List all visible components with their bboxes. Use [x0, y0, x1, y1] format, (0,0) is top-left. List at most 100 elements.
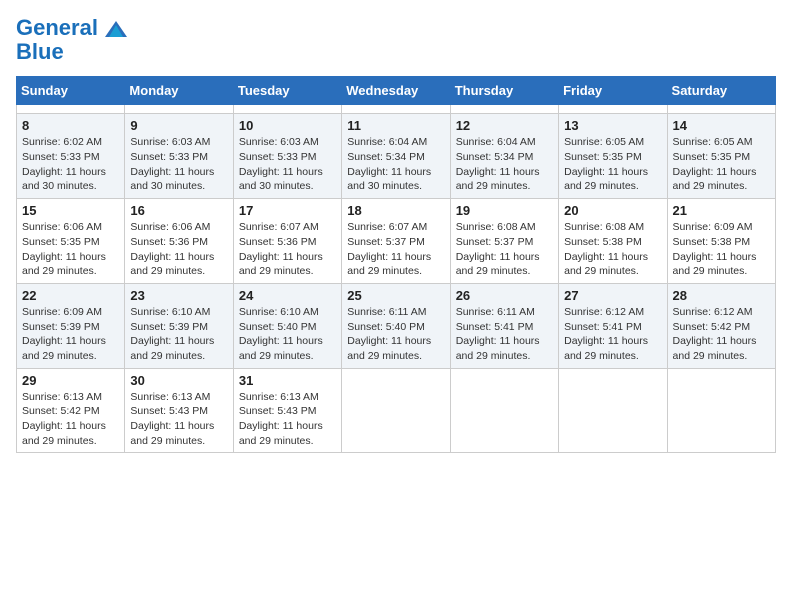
- day-info: Sunrise: 6:11 AMSunset: 5:40 PMDaylight:…: [347, 306, 431, 362]
- day-number: 29: [22, 373, 119, 388]
- day-info: Sunrise: 6:13 AMSunset: 5:43 PMDaylight:…: [239, 391, 323, 447]
- day-cell-18: 18 Sunrise: 6:07 AMSunset: 5:37 PMDaylig…: [342, 199, 450, 284]
- day-info: Sunrise: 6:03 AMSunset: 5:33 PMDaylight:…: [130, 136, 214, 192]
- day-cell-8: 8 Sunrise: 6:02 AMSunset: 5:33 PMDayligh…: [17, 114, 125, 199]
- empty-cell: [342, 368, 450, 453]
- day-number: 8: [22, 118, 119, 133]
- weekday-saturday: Saturday: [667, 77, 775, 105]
- day-cell-17: 17 Sunrise: 6:07 AMSunset: 5:36 PMDaylig…: [233, 199, 341, 284]
- weekday-thursday: Thursday: [450, 77, 558, 105]
- day-number: 13: [564, 118, 661, 133]
- day-cell-21: 21 Sunrise: 6:09 AMSunset: 5:38 PMDaylig…: [667, 199, 775, 284]
- weekday-sunday: Sunday: [17, 77, 125, 105]
- day-cell-28: 28 Sunrise: 6:12 AMSunset: 5:42 PMDaylig…: [667, 283, 775, 368]
- weekday-header-row: SundayMondayTuesdayWednesdayThursdayFrid…: [17, 77, 776, 105]
- day-number: 25: [347, 288, 444, 303]
- day-info: Sunrise: 6:11 AMSunset: 5:41 PMDaylight:…: [456, 306, 540, 362]
- day-cell-10: 10 Sunrise: 6:03 AMSunset: 5:33 PMDaylig…: [233, 114, 341, 199]
- empty-cell: [450, 368, 558, 453]
- day-number: 16: [130, 203, 227, 218]
- day-cell-31: 31 Sunrise: 6:13 AMSunset: 5:43 PMDaylig…: [233, 368, 341, 453]
- calendar-table: SundayMondayTuesdayWednesdayThursdayFrid…: [16, 76, 776, 453]
- day-info: Sunrise: 6:03 AMSunset: 5:33 PMDaylight:…: [239, 136, 323, 192]
- day-info: Sunrise: 6:04 AMSunset: 5:34 PMDaylight:…: [347, 136, 431, 192]
- empty-cell: [17, 105, 125, 114]
- day-cell-27: 27 Sunrise: 6:12 AMSunset: 5:41 PMDaylig…: [559, 283, 667, 368]
- logo-icon: [105, 21, 127, 37]
- day-number: 19: [456, 203, 553, 218]
- day-info: Sunrise: 6:05 AMSunset: 5:35 PMDaylight:…: [564, 136, 648, 192]
- day-cell-29: 29 Sunrise: 6:13 AMSunset: 5:42 PMDaylig…: [17, 368, 125, 453]
- day-number: 23: [130, 288, 227, 303]
- day-cell-11: 11 Sunrise: 6:04 AMSunset: 5:34 PMDaylig…: [342, 114, 450, 199]
- day-cell-16: 16 Sunrise: 6:06 AMSunset: 5:36 PMDaylig…: [125, 199, 233, 284]
- day-info: Sunrise: 6:09 AMSunset: 5:38 PMDaylight:…: [673, 221, 757, 277]
- day-cell-25: 25 Sunrise: 6:11 AMSunset: 5:40 PMDaylig…: [342, 283, 450, 368]
- day-number: 14: [673, 118, 770, 133]
- empty-cell: [125, 105, 233, 114]
- day-number: 21: [673, 203, 770, 218]
- day-cell-19: 19 Sunrise: 6:08 AMSunset: 5:37 PMDaylig…: [450, 199, 558, 284]
- empty-cell: [559, 105, 667, 114]
- logo-blue: Blue: [16, 40, 127, 64]
- day-number: 24: [239, 288, 336, 303]
- day-cell-20: 20 Sunrise: 6:08 AMSunset: 5:38 PMDaylig…: [559, 199, 667, 284]
- day-info: Sunrise: 6:06 AMSunset: 5:35 PMDaylight:…: [22, 221, 106, 277]
- day-number: 10: [239, 118, 336, 133]
- day-number: 27: [564, 288, 661, 303]
- day-cell-15: 15 Sunrise: 6:06 AMSunset: 5:35 PMDaylig…: [17, 199, 125, 284]
- week-row-3: 15 Sunrise: 6:06 AMSunset: 5:35 PMDaylig…: [17, 199, 776, 284]
- day-info: Sunrise: 6:07 AMSunset: 5:37 PMDaylight:…: [347, 221, 431, 277]
- weekday-wednesday: Wednesday: [342, 77, 450, 105]
- day-info: Sunrise: 6:06 AMSunset: 5:36 PMDaylight:…: [130, 221, 214, 277]
- empty-cell: [667, 368, 775, 453]
- day-info: Sunrise: 6:12 AMSunset: 5:42 PMDaylight:…: [673, 306, 757, 362]
- day-cell-24: 24 Sunrise: 6:10 AMSunset: 5:40 PMDaylig…: [233, 283, 341, 368]
- day-number: 11: [347, 118, 444, 133]
- weekday-tuesday: Tuesday: [233, 77, 341, 105]
- day-cell-9: 9 Sunrise: 6:03 AMSunset: 5:33 PMDayligh…: [125, 114, 233, 199]
- day-number: 17: [239, 203, 336, 218]
- day-info: Sunrise: 6:04 AMSunset: 5:34 PMDaylight:…: [456, 136, 540, 192]
- logo-text: General: [16, 16, 127, 40]
- day-cell-12: 12 Sunrise: 6:04 AMSunset: 5:34 PMDaylig…: [450, 114, 558, 199]
- day-cell-22: 22 Sunrise: 6:09 AMSunset: 5:39 PMDaylig…: [17, 283, 125, 368]
- empty-cell: [342, 105, 450, 114]
- day-number: 9: [130, 118, 227, 133]
- day-info: Sunrise: 6:07 AMSunset: 5:36 PMDaylight:…: [239, 221, 323, 277]
- logo: General Blue: [16, 16, 127, 64]
- page-header: General Blue: [16, 16, 776, 64]
- day-cell-13: 13 Sunrise: 6:05 AMSunset: 5:35 PMDaylig…: [559, 114, 667, 199]
- empty-cell: [667, 105, 775, 114]
- day-cell-23: 23 Sunrise: 6:10 AMSunset: 5:39 PMDaylig…: [125, 283, 233, 368]
- day-number: 18: [347, 203, 444, 218]
- day-info: Sunrise: 6:10 AMSunset: 5:39 PMDaylight:…: [130, 306, 214, 362]
- day-cell-30: 30 Sunrise: 6:13 AMSunset: 5:43 PMDaylig…: [125, 368, 233, 453]
- week-row-2: 8 Sunrise: 6:02 AMSunset: 5:33 PMDayligh…: [17, 114, 776, 199]
- week-row-1: [17, 105, 776, 114]
- empty-cell: [233, 105, 341, 114]
- week-row-4: 22 Sunrise: 6:09 AMSunset: 5:39 PMDaylig…: [17, 283, 776, 368]
- empty-cell: [559, 368, 667, 453]
- weekday-monday: Monday: [125, 77, 233, 105]
- day-number: 30: [130, 373, 227, 388]
- day-info: Sunrise: 6:09 AMSunset: 5:39 PMDaylight:…: [22, 306, 106, 362]
- day-info: Sunrise: 6:08 AMSunset: 5:37 PMDaylight:…: [456, 221, 540, 277]
- day-info: Sunrise: 6:08 AMSunset: 5:38 PMDaylight:…: [564, 221, 648, 277]
- day-info: Sunrise: 6:02 AMSunset: 5:33 PMDaylight:…: [22, 136, 106, 192]
- day-cell-26: 26 Sunrise: 6:11 AMSunset: 5:41 PMDaylig…: [450, 283, 558, 368]
- day-number: 12: [456, 118, 553, 133]
- day-info: Sunrise: 6:13 AMSunset: 5:43 PMDaylight:…: [130, 391, 214, 447]
- day-number: 31: [239, 373, 336, 388]
- week-row-5: 29 Sunrise: 6:13 AMSunset: 5:42 PMDaylig…: [17, 368, 776, 453]
- day-info: Sunrise: 6:05 AMSunset: 5:35 PMDaylight:…: [673, 136, 757, 192]
- day-info: Sunrise: 6:12 AMSunset: 5:41 PMDaylight:…: [564, 306, 648, 362]
- day-number: 20: [564, 203, 661, 218]
- empty-cell: [450, 105, 558, 114]
- day-number: 28: [673, 288, 770, 303]
- day-info: Sunrise: 6:13 AMSunset: 5:42 PMDaylight:…: [22, 391, 106, 447]
- day-cell-14: 14 Sunrise: 6:05 AMSunset: 5:35 PMDaylig…: [667, 114, 775, 199]
- day-number: 22: [22, 288, 119, 303]
- weekday-friday: Friday: [559, 77, 667, 105]
- day-number: 15: [22, 203, 119, 218]
